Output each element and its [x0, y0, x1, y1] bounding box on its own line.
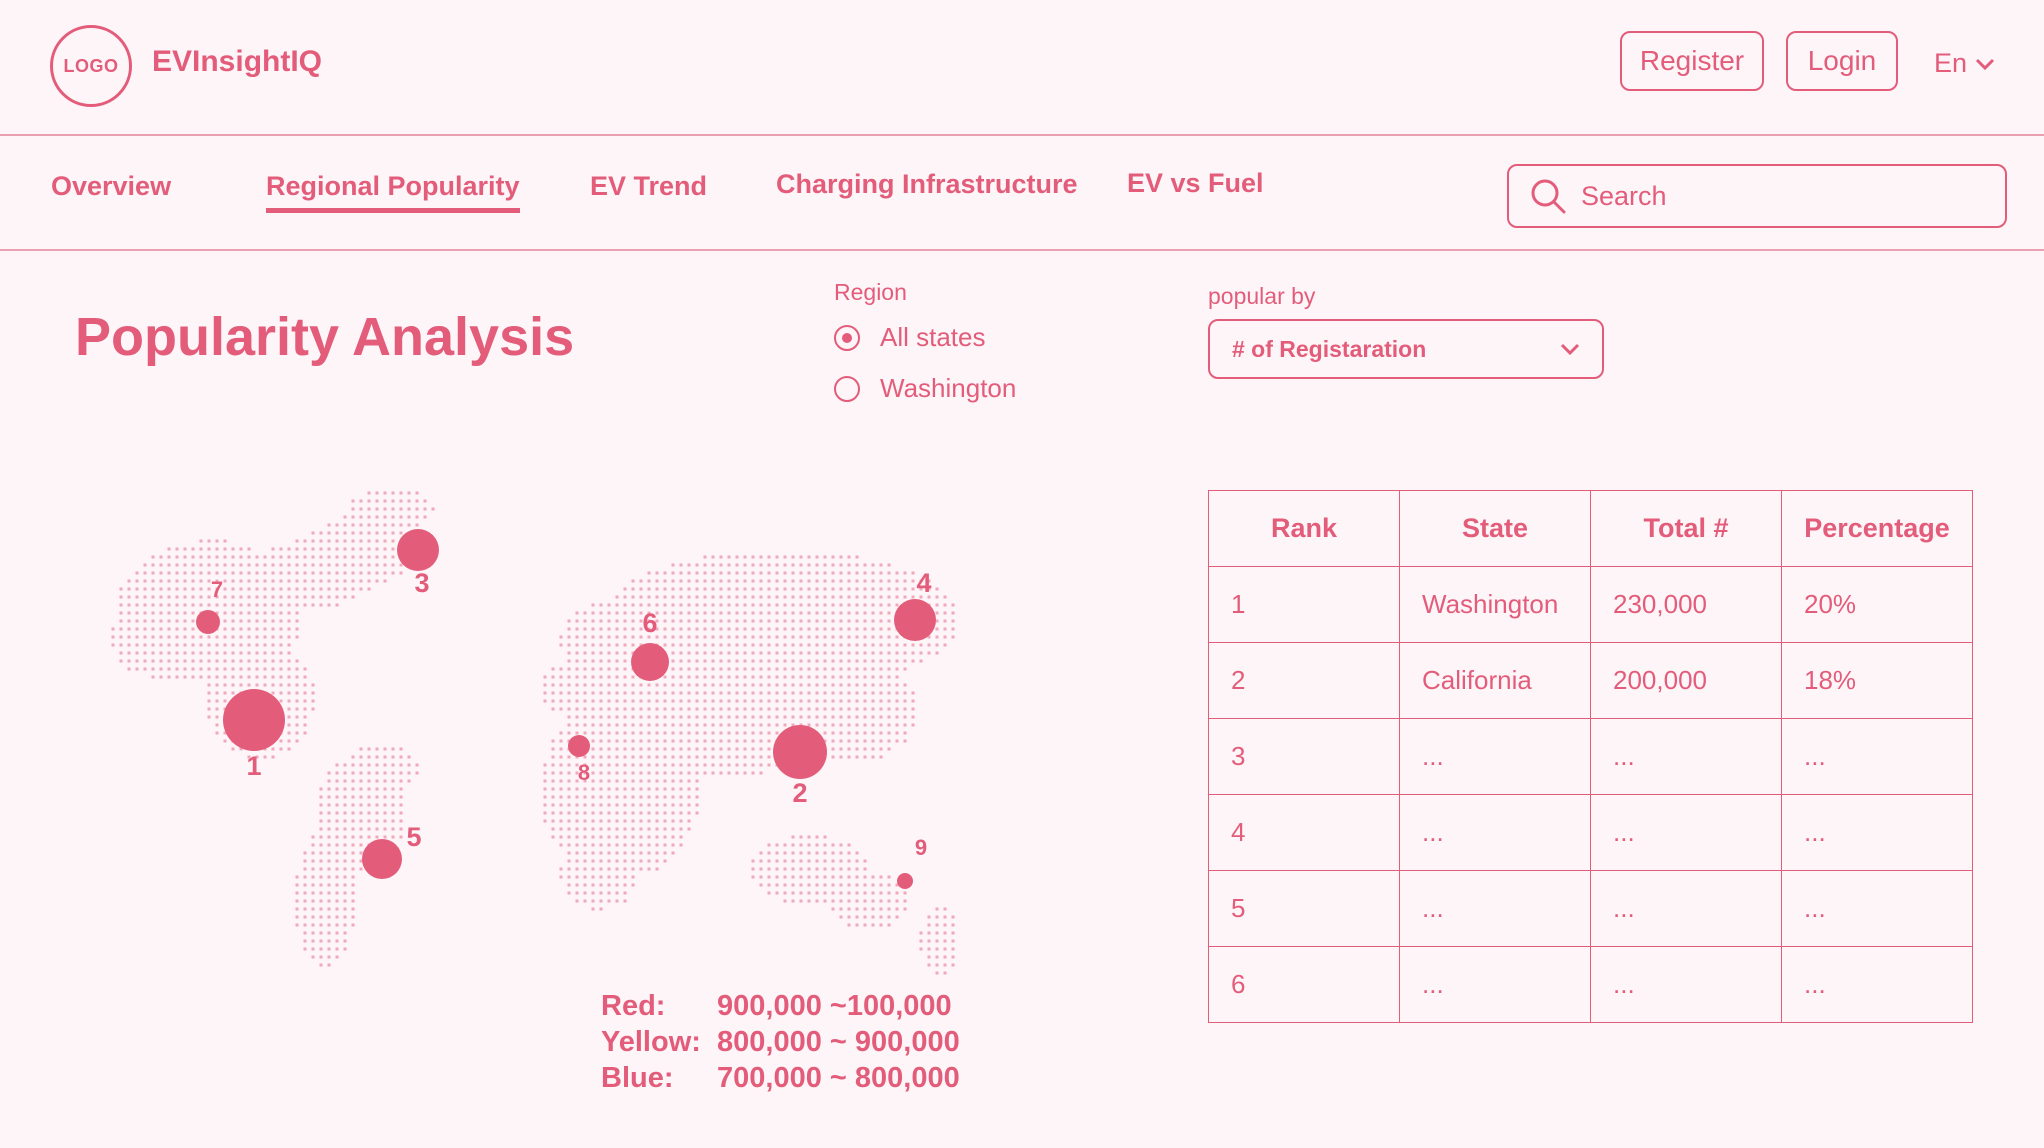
register-button[interactable]: Register [1620, 31, 1764, 91]
column-header-total: Total # [1590, 490, 1782, 567]
page-title: Popularity Analysis [75, 307, 575, 367]
map-marker-label: 8 [578, 760, 590, 785]
tab-overview[interactable]: Overview [51, 171, 171, 202]
language-label: En [1934, 48, 1968, 78]
popular-by-select[interactable]: # of Registaration [1208, 319, 1604, 379]
cell-percentage: 18% [1781, 642, 1973, 719]
legend-row: Yellow: 800,000 ~ 900,000 [601, 1024, 960, 1060]
radio-selected-icon [834, 324, 860, 351]
table-row[interactable]: 3 ... ... ... [1208, 718, 1973, 795]
column-header-percentage: Percentage [1781, 490, 1973, 567]
radio-all-states[interactable]: All states [834, 322, 986, 353]
cell-rank: 5 [1208, 870, 1400, 947]
cell-state: ... [1399, 946, 1591, 1023]
map-marker[interactable] [397, 529, 439, 571]
cell-percentage: ... [1781, 794, 1973, 871]
ranking-table: Rank State Total # Percentage 1 Washingt… [1208, 490, 1973, 1023]
column-header-rank: Rank [1208, 490, 1400, 567]
tab-charging-infrastructure[interactable]: Charging Infrastructure [776, 169, 1078, 200]
map-marker[interactable] [568, 735, 590, 757]
cell-percentage: 20% [1781, 566, 1973, 643]
top-header: LOGO EVInsightIQ Register Login En [0, 0, 2044, 136]
radio-washington[interactable]: Washington [834, 373, 1016, 404]
map-marker[interactable] [196, 610, 220, 634]
map-marker-label: 4 [916, 568, 931, 598]
world-map: 1 2 3 4 5 6 7 8 9 [111, 491, 955, 975]
map-marker[interactable] [773, 725, 827, 779]
chevron-down-icon [1975, 58, 1995, 70]
region-label: Region [834, 279, 907, 305]
language-selector[interactable]: En [1934, 48, 1995, 79]
cell-rank: 2 [1208, 642, 1400, 719]
map-marker[interactable] [362, 839, 402, 879]
cell-percentage: ... [1781, 946, 1973, 1023]
column-header-state: State [1399, 490, 1591, 567]
cell-rank: 1 [1208, 566, 1400, 643]
logo[interactable]: LOGO [50, 25, 132, 107]
radio-washington-label: Washington [880, 373, 1017, 403]
table-row[interactable]: 2 California 200,000 18% [1208, 642, 1973, 719]
cell-state: ... [1399, 870, 1591, 947]
map-marker-label: 1 [246, 751, 261, 781]
login-button[interactable]: Login [1786, 31, 1898, 91]
cell-total: ... [1590, 794, 1782, 871]
map-marker[interactable] [631, 643, 669, 681]
map-marker-label: 6 [642, 608, 657, 638]
tab-ev-trend[interactable]: EV Trend [590, 171, 707, 202]
legend-key: Yellow: [601, 1026, 701, 1058]
legend-range: 800,000 ~ 900,000 [717, 1026, 960, 1058]
table-header-row: Rank State Total # Percentage [1208, 490, 1973, 567]
chevron-down-icon [1560, 343, 1580, 355]
popular-by-value: # of Registaration [1232, 335, 1427, 362]
cell-total: ... [1590, 718, 1782, 795]
tab-regional-popularity[interactable]: Regional Popularity [266, 171, 520, 213]
main-nav: Overview Regional Popularity EV Trend Ch… [0, 135, 2044, 251]
map-marker[interactable] [897, 873, 913, 889]
map-marker-label: 2 [792, 778, 807, 808]
table-row[interactable]: 5 ... ... ... [1208, 870, 1973, 947]
legend-row: Blue: 700,000 ~ 800,000 [601, 1060, 960, 1096]
legend-row: Red: 900,000 ~100,000 [601, 988, 960, 1024]
cell-state: ... [1399, 794, 1591, 871]
cell-rank: 6 [1208, 946, 1400, 1023]
popular-by-label: popular by [1208, 283, 1316, 309]
radio-all-states-label: All states [880, 322, 986, 352]
legend-range: 700,000 ~ 800,000 [717, 1062, 960, 1094]
map-marker-label: 7 [211, 577, 223, 602]
cell-total: ... [1590, 870, 1782, 947]
search-box[interactable] [1507, 164, 2007, 228]
cell-state: Washington [1399, 566, 1591, 643]
cell-percentage: ... [1781, 718, 1973, 795]
table-row[interactable]: 4 ... ... ... [1208, 794, 1973, 871]
map-marker-label: 5 [406, 822, 421, 852]
cell-total: ... [1590, 946, 1782, 1023]
map-marker[interactable] [894, 599, 936, 641]
cell-percentage: ... [1781, 870, 1973, 947]
legend-key: Red: [601, 990, 666, 1022]
map-marker-label: 9 [915, 835, 927, 860]
cell-rank: 3 [1208, 718, 1400, 795]
cell-rank: 4 [1208, 794, 1400, 871]
table-row[interactable]: 1 Washington 230,000 20% [1208, 566, 1973, 643]
table-row[interactable]: 6 ... ... ... [1208, 946, 1973, 1023]
brand-name: EVInsightIQ [152, 45, 323, 78]
cell-state: California [1399, 642, 1591, 719]
search-icon [1531, 179, 1566, 214]
logo-text: LOGO [63, 55, 119, 76]
cell-total: 200,000 [1590, 642, 1782, 719]
map-legend: Red: 900,000 ~100,000 Yellow: 800,000 ~ 90… [601, 988, 960, 1096]
legend-key: Blue: [601, 1062, 674, 1094]
legend-range: 900,000 ~100,000 [717, 990, 952, 1022]
radio-unselected-icon [834, 375, 860, 402]
map-marker-label: 3 [414, 568, 429, 598]
cell-state: ... [1399, 718, 1591, 795]
map-marker[interactable] [223, 689, 285, 751]
tab-ev-vs-fuel[interactable]: EV vs Fuel [1127, 168, 1264, 199]
search-input[interactable] [1579, 179, 1983, 213]
cell-total: 230,000 [1590, 566, 1782, 643]
